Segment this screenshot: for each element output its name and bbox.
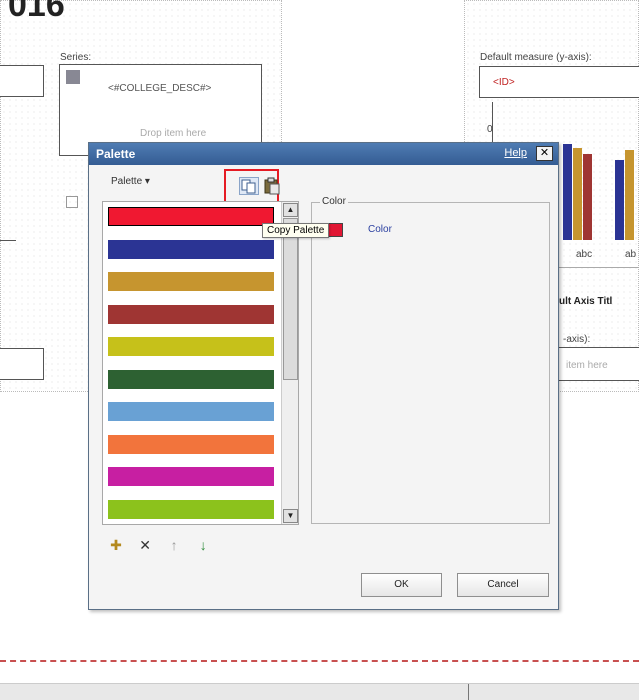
scroll-down-button[interactable]: ▼	[283, 509, 298, 523]
list-tools: ✚ ✕ ↑ ↓	[107, 536, 220, 554]
palette-swatch[interactable]	[108, 467, 274, 486]
color-group-label: Color	[320, 196, 348, 207]
palette-swatch[interactable]	[108, 402, 274, 421]
help-link[interactable]: Help	[504, 147, 527, 159]
series-value: <#COLLEGE_DESC#>	[108, 83, 212, 94]
move-down-icon[interactable]: ↓	[194, 536, 212, 554]
add-color-icon[interactable]: ✚	[107, 536, 125, 554]
scroll-up-button[interactable]: ▲	[283, 203, 298, 217]
chart-bar	[573, 148, 582, 240]
palette-menu-button[interactable]: Palette ▾	[111, 176, 150, 187]
chart-bar	[583, 154, 592, 240]
close-icon[interactable]: ✕	[536, 146, 553, 161]
copy-palette-tooltip: Copy Palette	[262, 223, 330, 238]
color-group-box	[311, 202, 550, 524]
palette-swatch[interactable]	[108, 369, 274, 389]
list-scrollbar[interactable]: ▲ ▼	[281, 202, 298, 524]
palette-swatch[interactable]	[108, 304, 274, 324]
list-icon	[66, 196, 78, 208]
delete-icon[interactable]: ✕	[136, 536, 154, 554]
drop-hint: Drop item here	[140, 128, 207, 139]
bottom-split-line	[468, 684, 469, 700]
dialog-title: Palette	[96, 147, 136, 161]
chart-bar	[615, 160, 624, 240]
palette-swatch-list[interactable]: ▲ ▼	[102, 201, 299, 525]
axis-field-label: -axis):	[563, 334, 591, 345]
series-label: Series:	[60, 52, 92, 63]
left-lower-field-box[interactable]	[0, 348, 44, 380]
scroll-thumb[interactable]	[283, 218, 298, 380]
chart-divider	[553, 267, 639, 268]
axis-drop-hint: item here	[566, 360, 608, 371]
default-measure-label: Default measure (y-axis):	[480, 52, 592, 63]
dialog-titlebar[interactable]: Palette Help ✕	[89, 143, 558, 165]
mini-chart	[561, 140, 639, 240]
chart-category-1: abc	[576, 249, 593, 260]
ok-button[interactable]: OK	[361, 573, 442, 597]
chart-bar	[625, 150, 634, 240]
palette-swatch[interactable]	[108, 272, 274, 291]
palette-dialog: Palette Help ✕ Palette ▾ ▲ ▼ Color Color…	[88, 142, 559, 610]
chart-bar	[563, 144, 572, 240]
page-break-line	[0, 660, 639, 662]
move-up-icon[interactable]: ↑	[165, 536, 183, 554]
copy-palette-button[interactable]	[239, 177, 259, 195]
axis-title-label: ult Axis Titl	[559, 296, 613, 307]
left-field-box[interactable]	[0, 65, 44, 97]
palette-swatch[interactable]	[108, 239, 274, 259]
paste-palette-button[interactable]	[263, 177, 283, 195]
chart-category-2: ab	[625, 249, 637, 260]
default-measure-value: <ID>	[493, 77, 515, 88]
paste-icon	[264, 177, 280, 195]
bottom-strip	[0, 683, 639, 700]
palette-swatch[interactable]	[108, 499, 274, 519]
connector-line	[0, 240, 16, 241]
cancel-button[interactable]: Cancel	[457, 573, 549, 597]
copy-icon	[241, 179, 256, 194]
report-title: 016	[8, 0, 65, 24]
palette-swatch[interactable]	[108, 434, 274, 454]
palette-swatch[interactable]	[108, 207, 274, 226]
color-picker-link[interactable]: Color	[368, 224, 392, 235]
series-dataitem-icon	[66, 70, 80, 84]
palette-swatch[interactable]	[108, 337, 274, 356]
